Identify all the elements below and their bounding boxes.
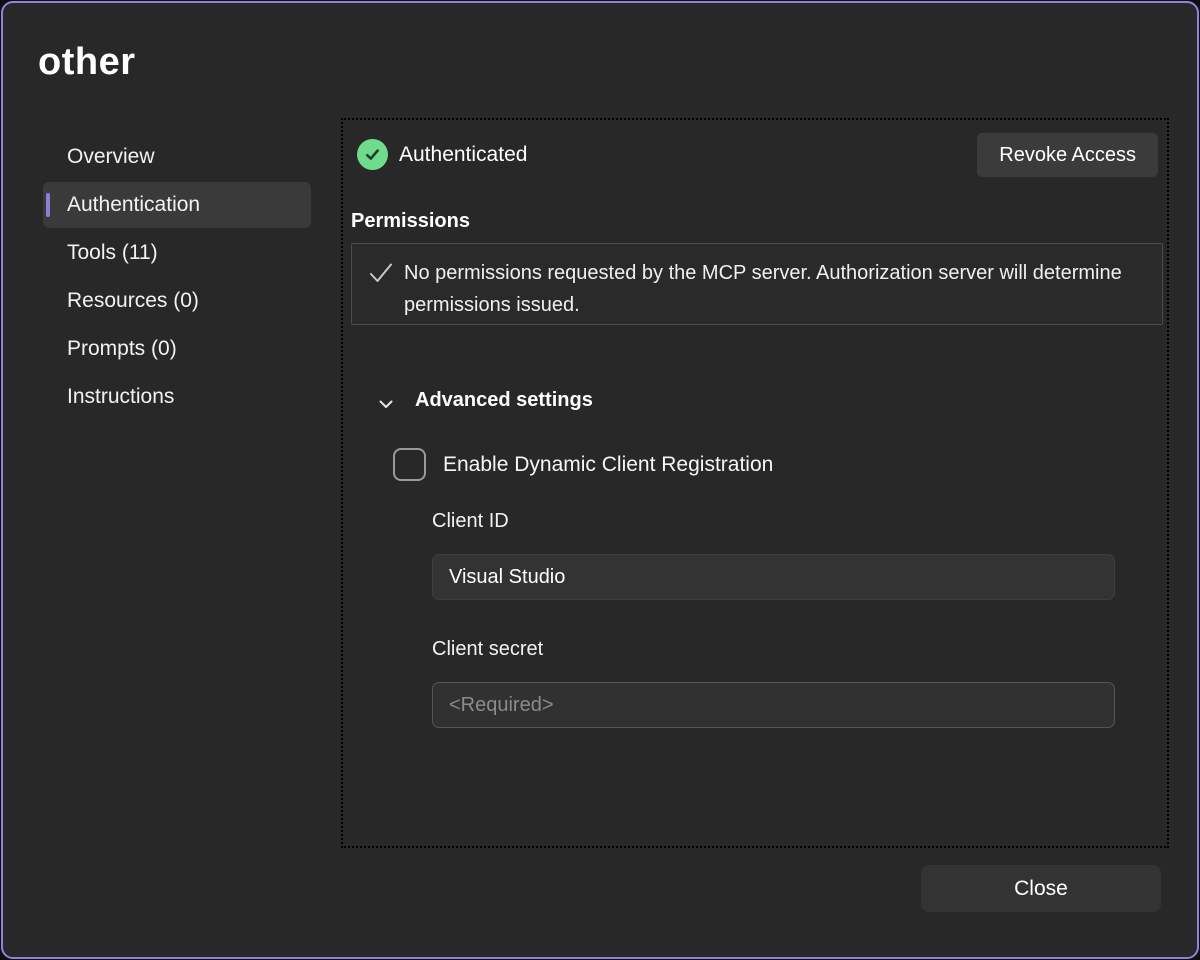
chevron-down-icon (377, 395, 395, 413)
page-title: other (38, 41, 136, 84)
authentication-panel: Authenticated Revoke Access Permissions … (341, 118, 1169, 848)
revoke-access-button[interactable]: Revoke Access (977, 133, 1158, 177)
sidebar-item-tools[interactable]: Tools (11) (43, 230, 311, 276)
enable-dynamic-client-registration-checkbox[interactable] (393, 448, 426, 481)
authenticated-check-circle-icon (357, 139, 388, 170)
permissions-box: No permissions requested by the MCP serv… (351, 243, 1163, 325)
sidebar-item-authentication[interactable]: Authentication (43, 182, 311, 228)
client-secret-input[interactable] (432, 682, 1115, 728)
client-id-input[interactable] (432, 554, 1115, 600)
sidebar: Overview Authentication Tools (11) Resou… (43, 134, 311, 422)
sidebar-item-resources[interactable]: Resources (0) (43, 278, 311, 324)
sidebar-item-label: Instructions (67, 385, 174, 409)
checkmark-icon (368, 260, 394, 286)
enable-dynamic-client-registration-label: Enable Dynamic Client Registration (443, 448, 773, 482)
client-secret-label: Client secret (432, 638, 543, 661)
dynamic-registration-row: Enable Dynamic Client Registration (343, 448, 1167, 482)
advanced-settings-header[interactable]: Advanced settings (343, 388, 1167, 418)
auth-status-label: Authenticated (399, 133, 527, 177)
sidebar-item-label: Prompts (0) (67, 337, 177, 361)
close-button[interactable]: Close (921, 865, 1161, 912)
sidebar-item-label: Authentication (67, 193, 200, 217)
permissions-message: No permissions requested by the MCP serv… (404, 257, 1124, 321)
sidebar-item-overview[interactable]: Overview (43, 134, 311, 180)
sidebar-item-prompts[interactable]: Prompts (0) (43, 326, 311, 372)
sidebar-item-label: Overview (67, 145, 155, 169)
client-id-label: Client ID (432, 510, 509, 533)
sidebar-item-label: Resources (0) (67, 289, 199, 313)
sidebar-item-label: Tools (11) (67, 241, 158, 265)
permissions-heading: Permissions (351, 210, 470, 233)
mcp-server-dialog: other Overview Authentication Tools (11)… (1, 1, 1199, 959)
advanced-settings-heading: Advanced settings (415, 389, 593, 412)
selection-accent-bar (46, 193, 50, 217)
auth-status-row: Authenticated Revoke Access (343, 133, 1167, 177)
sidebar-item-instructions[interactable]: Instructions (43, 374, 311, 420)
